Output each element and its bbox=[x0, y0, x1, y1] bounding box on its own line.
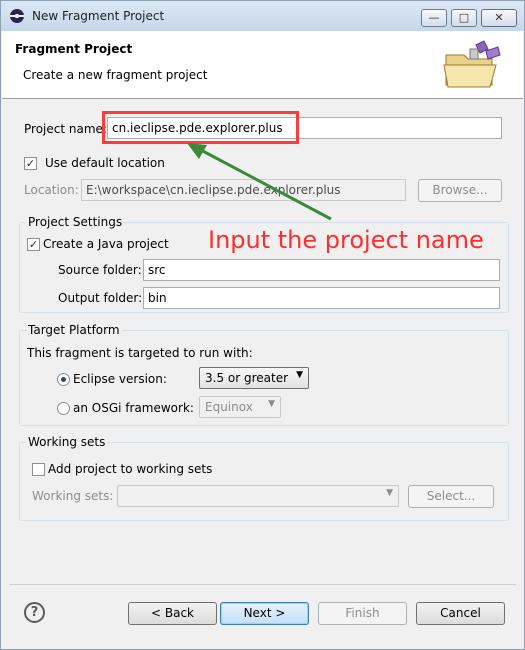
eclipse-version-select[interactable]: 3.5 or greater ▼ bbox=[199, 367, 309, 389]
source-folder-input[interactable]: src bbox=[143, 259, 500, 281]
target-platform-title: Target Platform bbox=[26, 323, 122, 337]
working-sets-label: Working sets: bbox=[32, 489, 114, 503]
maximize-button[interactable]: □ bbox=[451, 9, 477, 27]
annotation-arrow bbox=[187, 143, 332, 221]
eclipse-icon bbox=[10, 9, 24, 23]
select-working-sets-button[interactable]: Select... bbox=[408, 485, 494, 508]
create-java-project-label: Create a Java project bbox=[43, 237, 169, 251]
osgi-framework-select[interactable]: Equinox ▼ bbox=[199, 396, 281, 418]
back-button[interactable]: < Back bbox=[128, 602, 217, 625]
add-to-working-sets-checkbox[interactable] bbox=[32, 463, 45, 476]
window-title: New Fragment Project bbox=[32, 9, 165, 23]
page-title: Fragment Project bbox=[15, 42, 133, 56]
output-folder-label: Output folder: bbox=[58, 291, 143, 305]
osgi-framework-radio[interactable] bbox=[57, 402, 70, 415]
location-label: Location: bbox=[24, 183, 79, 197]
project-name-label: Project name: bbox=[24, 122, 107, 136]
footer-divider bbox=[9, 584, 516, 585]
eclipse-version-value: 3.5 or greater bbox=[205, 371, 289, 385]
working-sets-select[interactable]: ▼ bbox=[117, 485, 399, 507]
osgi-framework-value: Equinox bbox=[205, 400, 253, 414]
source-folder-label: Source folder: bbox=[58, 263, 142, 277]
next-button[interactable]: Next > bbox=[220, 602, 309, 625]
minimize-button[interactable]: — bbox=[421, 9, 447, 27]
cancel-button[interactable]: Cancel bbox=[416, 602, 505, 625]
target-description: This fragment is targeted to run with: bbox=[27, 346, 253, 360]
browse-button[interactable]: Browse... bbox=[418, 179, 502, 202]
new-fragment-project-dialog: New Fragment Project — □ ✕ Fragment Proj… bbox=[0, 0, 525, 650]
folder-wizard-icon bbox=[443, 40, 501, 88]
dropdown-arrow-icon: ▼ bbox=[268, 399, 275, 409]
title-bar[interactable]: New Fragment Project — □ ✕ bbox=[1, 1, 524, 31]
use-default-location-label: Use default location bbox=[45, 156, 165, 170]
output-folder-input[interactable]: bin bbox=[143, 287, 500, 309]
finish-button[interactable]: Finish bbox=[318, 602, 407, 625]
working-sets-title: Working sets bbox=[26, 435, 108, 449]
eclipse-version-radio[interactable] bbox=[57, 373, 70, 386]
project-settings-title: Project Settings bbox=[26, 215, 125, 229]
help-icon[interactable]: ? bbox=[24, 602, 45, 623]
dropdown-arrow-icon: ▼ bbox=[386, 488, 393, 498]
working-sets-group bbox=[19, 442, 509, 521]
page-subtitle: Create a new fragment project bbox=[23, 68, 208, 82]
add-to-working-sets-label: Add project to working sets bbox=[48, 462, 213, 476]
close-button[interactable]: ✕ bbox=[481, 9, 517, 27]
dropdown-arrow-icon: ▼ bbox=[296, 370, 303, 380]
annotation-text: Input the project name bbox=[208, 226, 484, 254]
wizard-header: Fragment Project Create a new fragment p… bbox=[2, 31, 523, 99]
eclipse-version-label: Eclipse version: bbox=[73, 372, 167, 386]
create-java-project-checkbox[interactable]: ✓ bbox=[27, 238, 40, 251]
osgi-framework-label: an OSGi framework: bbox=[73, 401, 194, 415]
use-default-location-checkbox[interactable]: ✓ bbox=[24, 157, 37, 170]
